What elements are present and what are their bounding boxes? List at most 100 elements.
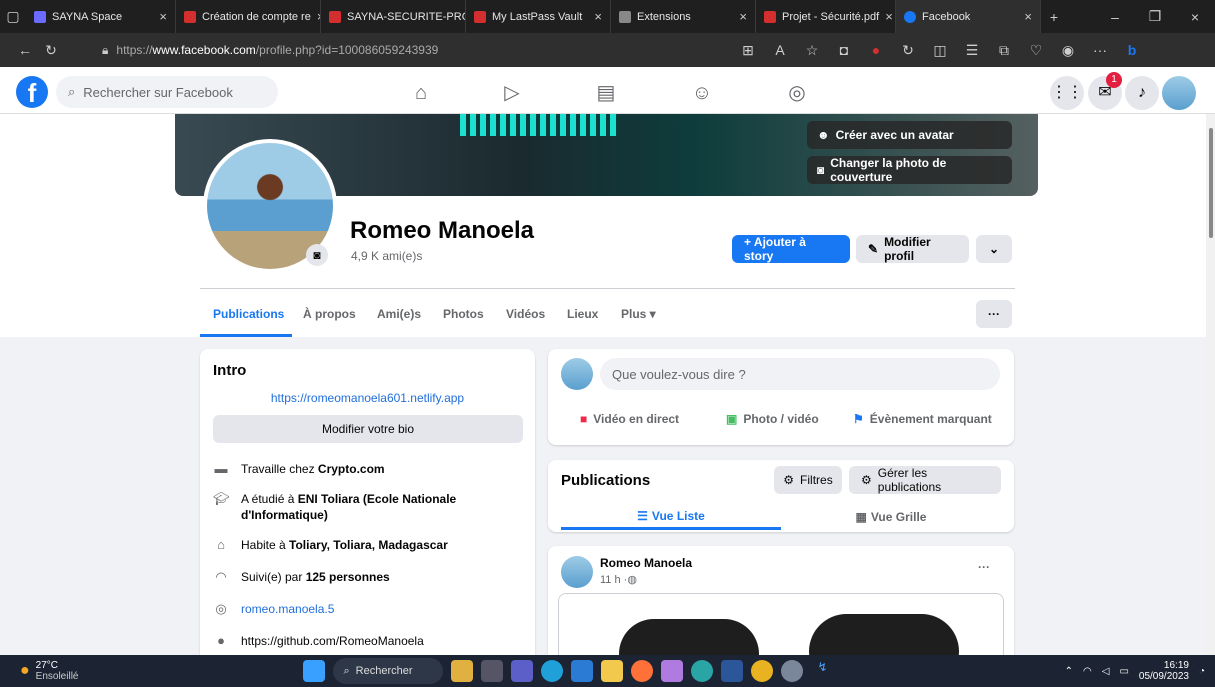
scrollbar-thumb[interactable] <box>1209 128 1213 238</box>
menu-grid-icon[interactable]: ⋮⋮ <box>1050 76 1084 110</box>
wifi-icon[interactable]: ◠ <box>1083 666 1092 677</box>
browser-tab[interactable]: My LastPass Vault × <box>466 0 611 33</box>
tab-photos[interactable]: Photos <box>443 300 484 328</box>
read-aloud-icon[interactable]: A <box>767 42 793 58</box>
photo-video-button[interactable]: ▣ Photo / vidéo <box>726 412 819 426</box>
extension-icon[interactable]: ◘ <box>831 42 857 58</box>
app-icon-2[interactable]: ↯ <box>811 660 834 682</box>
home-icon[interactable]: ⌂ <box>406 78 436 108</box>
browser-tab[interactable]: SAYNA Space × <box>26 0 176 33</box>
tab-publications[interactable]: Publications <box>213 300 284 328</box>
tab-friends[interactable]: Ami(e)s <box>377 300 421 328</box>
close-icon[interactable]: × <box>739 9 747 24</box>
add-story-button[interactable]: + Ajouter à story <box>732 235 850 263</box>
close-icon[interactable]: × <box>885 9 893 24</box>
profile-more-button[interactable]: ··· <box>976 300 1012 328</box>
instagram-link[interactable]: romeo.manoela.5 <box>241 602 334 616</box>
battery-icon[interactable]: ▭ <box>1119 666 1128 677</box>
split-screen-icon[interactable]: ◫ <box>927 42 953 59</box>
refresh-icon[interactable]: ↻ <box>38 42 64 59</box>
tab-places[interactable]: Lieux <box>567 300 598 328</box>
filters-button[interactable]: ⚙︎ Filtres <box>774 466 842 494</box>
marketplace-icon[interactable]: ▤ <box>591 78 621 108</box>
word-icon[interactable] <box>721 660 744 682</box>
browser-tab[interactable]: Extensions × <box>611 0 756 33</box>
firefox-icon[interactable] <box>631 660 654 682</box>
minimize-icon[interactable]: – <box>1095 9 1135 25</box>
clock[interactable]: 16:19 05/09/2023 <box>1139 660 1189 682</box>
settings-icon[interactable] <box>781 660 804 682</box>
restore-icon[interactable]: ❐ <box>1135 8 1175 25</box>
tab-about[interactable]: À propos <box>303 300 356 328</box>
store-icon[interactable] <box>571 660 594 682</box>
edit-profile-button[interactable]: ✎ Modifier profil <box>856 235 969 263</box>
browser-tab[interactable]: Projet - Sécurité.pdf × <box>756 0 896 33</box>
list-view-tab[interactable]: ☰ Vue Liste <box>561 504 781 530</box>
tab-actions-icon[interactable]: ▢ <box>0 8 26 25</box>
volume-icon[interactable]: ◁ <box>1102 666 1110 677</box>
friends-count[interactable]: 4,9 K ami(e)s <box>351 249 422 263</box>
gaming-icon[interactable]: ◎ <box>782 78 812 108</box>
notifications-icon[interactable]: ♪ <box>1125 76 1159 110</box>
favorite-star-icon[interactable]: ☆ <box>799 42 825 59</box>
edge-icon[interactable] <box>541 660 564 682</box>
post-author[interactable]: Romeo Manoela <box>600 556 692 570</box>
close-icon[interactable]: × <box>159 9 167 24</box>
lastpass-icon[interactable]: ● <box>863 42 889 58</box>
refresh-extension-icon[interactable]: ↻ <box>895 42 921 59</box>
bing-icon[interactable]: b <box>1119 42 1145 58</box>
change-cover-button[interactable]: ◙ Changer la photo de couverture <box>807 156 1012 184</box>
edit-bio-button[interactable]: Modifier votre bio <box>213 415 523 443</box>
windows-start-icon[interactable] <box>303 660 326 682</box>
facebook-logo-icon[interactable]: f <box>16 76 48 108</box>
teams-icon[interactable] <box>511 660 534 682</box>
explorer-icon[interactable] <box>601 660 624 682</box>
app-icon[interactable] <box>661 660 684 682</box>
grid-view-tab[interactable]: ▦ Vue Grille <box>781 504 1001 530</box>
post-options-icon[interactable]: ··· <box>978 560 990 574</box>
followers-value[interactable]: 125 personnes <box>306 570 390 584</box>
browser-tab[interactable]: Création de compte re × <box>176 0 321 33</box>
collections-icon[interactable]: ⧉ <box>991 42 1017 59</box>
profile-dropdown-button[interactable]: ⌄ <box>976 235 1012 263</box>
widget-icon[interactable] <box>451 660 474 682</box>
notification-center-icon[interactable]: ◔ <box>1199 666 1205 677</box>
chevron-up-icon[interactable]: ⌃ <box>1065 666 1073 677</box>
tab-videos[interactable]: Vidéos <box>506 300 545 328</box>
composer-input[interactable]: Que voulez-vous dire ? <box>600 358 1000 390</box>
account-avatar[interactable] <box>1162 76 1196 110</box>
task-view-icon[interactable] <box>481 660 504 682</box>
facebook-search-input[interactable]: ⌕ Rechercher sur Facebook <box>56 76 278 108</box>
life-event-button[interactable]: ⚑ Évènement marquant <box>853 412 992 426</box>
tab-more[interactable]: Plus ▾ <box>621 300 656 328</box>
more-icon[interactable]: ··· <box>1087 42 1113 58</box>
manage-posts-button[interactable]: ⚙ Gérer les publications <box>849 466 1001 494</box>
live-video-button[interactable]: ■ Vidéo en direct <box>580 412 679 426</box>
browser-tab-active[interactable]: Facebook × <box>896 0 1041 33</box>
groups-icon[interactable]: ☺ <box>687 78 717 108</box>
watch-icon[interactable]: ▷ <box>497 78 527 108</box>
website-link[interactable]: https://romeomanoela601.netlify.app <box>200 391 535 405</box>
chrome-icon[interactable] <box>751 660 774 682</box>
back-icon[interactable]: ← <box>12 42 38 58</box>
create-avatar-button[interactable]: ☻ Créer avec un avatar <box>807 121 1012 149</box>
weather-widget[interactable]: ● 27°C Ensoleillé <box>20 660 78 682</box>
url-field[interactable]: 🔒︎ https:// www.facebook.com /profile.ph… <box>92 39 732 61</box>
performance-icon[interactable]: ♡ <box>1023 42 1049 59</box>
browser-tab[interactable]: SAYNA-SECURITE-PRO × <box>321 0 466 33</box>
new-tab-icon[interactable]: + <box>1041 9 1067 25</box>
post-time[interactable]: 11 h · <box>600 574 627 586</box>
github-link[interactable]: https://github.com/RomeoManoela <box>241 634 424 648</box>
edge-dev-icon[interactable] <box>691 660 714 682</box>
profile-avatar-icon[interactable]: ◉ <box>1055 42 1081 59</box>
close-window-icon[interactable]: × <box>1175 9 1215 25</box>
avatar[interactable] <box>561 556 593 588</box>
favorites-icon[interactable]: ☰ <box>959 42 985 59</box>
close-icon[interactable]: × <box>1024 9 1032 24</box>
app-icon[interactable]: ⊞ <box>735 42 761 59</box>
taskbar-search[interactable]: ⌕ Rechercher <box>333 658 444 684</box>
close-icon[interactable]: × <box>594 9 602 24</box>
camera-icon[interactable]: ◙ <box>306 244 328 266</box>
work-value[interactable]: Crypto.com <box>318 462 385 476</box>
live-value[interactable]: Toliary, Toliara, Madagascar <box>289 538 448 552</box>
